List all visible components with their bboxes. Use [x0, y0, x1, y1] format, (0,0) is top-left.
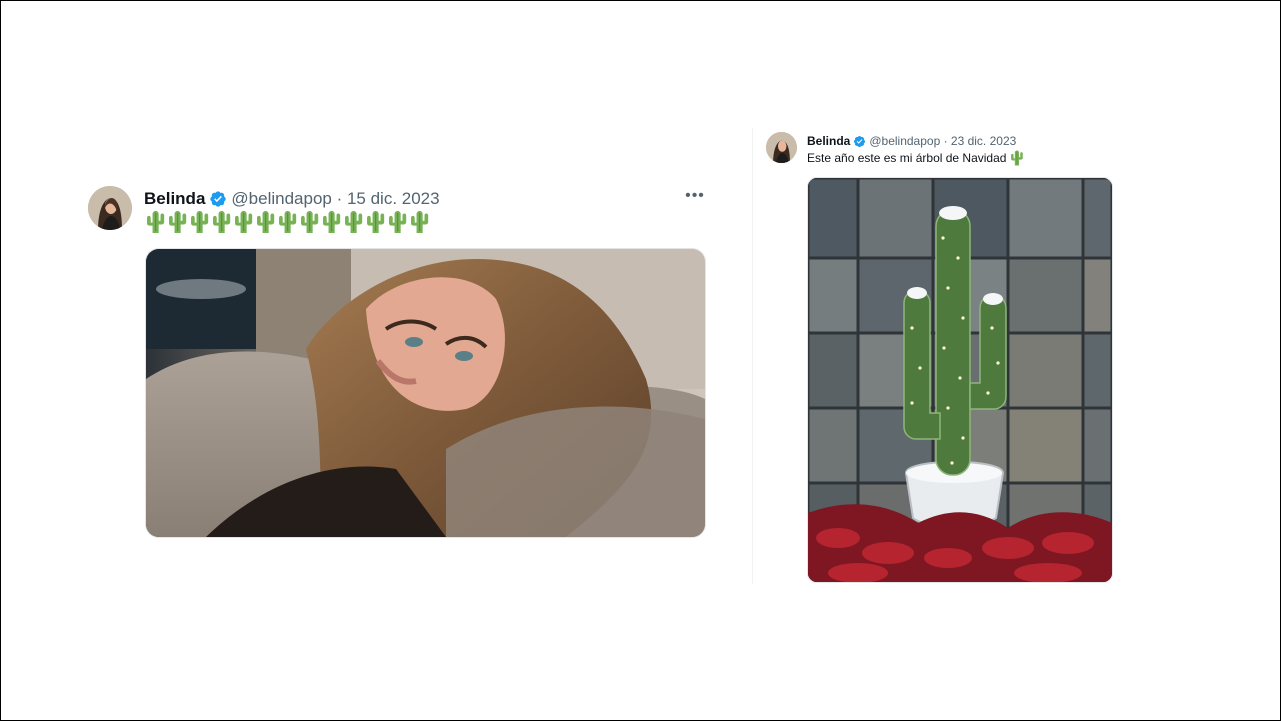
- avatar[interactable]: [766, 132, 797, 163]
- author-name[interactable]: Belinda: [144, 189, 205, 209]
- tweet-header: Belinda @belindapop · 15 dic. 2023: [144, 188, 440, 210]
- tweet-header: Belinda @belindapop · 23 dic. 2023: [807, 133, 1016, 149]
- divider: [752, 128, 753, 584]
- more-options-icon[interactable]: •••: [683, 187, 707, 209]
- cactus-icon: [364, 210, 386, 236]
- verified-badge-icon: [205, 190, 231, 208]
- cactus-icon: [408, 210, 430, 236]
- cactus-icon: [320, 210, 342, 236]
- author-name[interactable]: Belinda: [807, 134, 850, 148]
- cactus-icon: [254, 210, 276, 236]
- cactus-icon: [276, 210, 298, 236]
- cactus-icon: [188, 210, 210, 236]
- avatar[interactable]: [88, 186, 132, 230]
- cactus-icon: [1006, 150, 1024, 166]
- cactus-icon: [386, 210, 408, 236]
- cactus-icon: [210, 210, 232, 236]
- handle-and-date[interactable]: @belindapop · 23 dic. 2023: [869, 134, 1016, 148]
- tweet-photo[interactable]: [145, 248, 706, 538]
- cactus-icon: [298, 210, 320, 236]
- verified-badge-icon: [850, 135, 869, 148]
- tweet-text: Este año este es mi árbol de Navidad: [807, 150, 1024, 166]
- handle-and-date[interactable]: @belindapop · 15 dic. 2023: [231, 189, 439, 209]
- tweet-left[interactable]: Belinda @belindapop · 15 dic. 2023 •••: [88, 186, 708, 538]
- tweet-right[interactable]: Belinda @belindapop · 23 dic. 2023 Este …: [766, 132, 1126, 587]
- cactus-icon: [342, 210, 364, 236]
- tweet-text-emoji: [144, 210, 430, 236]
- cactus-icon: [232, 210, 254, 236]
- cactus-icon: [166, 210, 188, 236]
- cactus-icon: [144, 210, 166, 236]
- tweet-photo[interactable]: [807, 177, 1113, 583]
- tweet-text-body: Este año este es mi árbol de Navidad: [807, 151, 1007, 165]
